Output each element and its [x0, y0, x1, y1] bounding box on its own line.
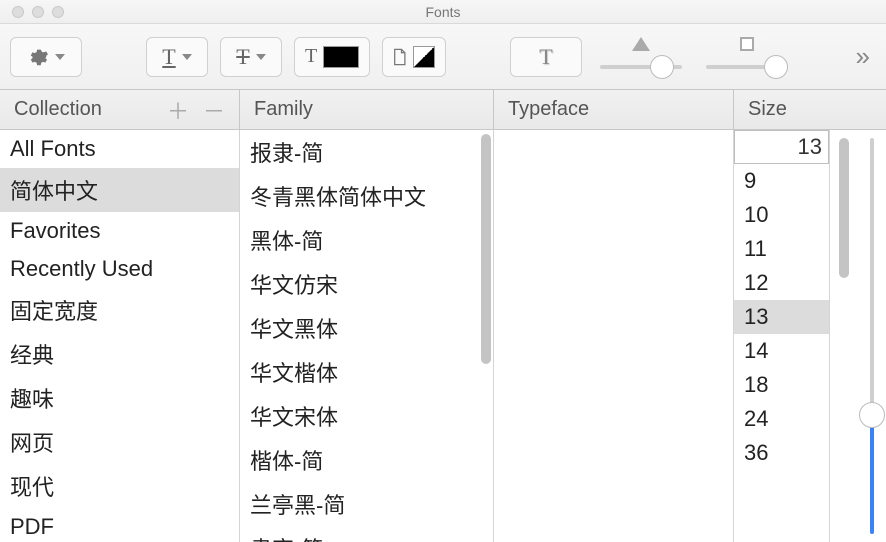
strikethrough-icon: T [236, 44, 249, 70]
header-collection[interactable]: Collection ＋ － [0, 90, 240, 129]
typeface-column [494, 130, 734, 542]
size-item[interactable]: 18 [734, 368, 829, 402]
doc-color-swatch [413, 46, 435, 68]
scrollbar-thumb[interactable] [839, 138, 849, 278]
collection-item[interactable]: Recently Used [0, 250, 239, 288]
family-item[interactable]: 报隶-简 [240, 130, 477, 174]
remove-collection-button[interactable]: － [203, 94, 225, 126]
header-size[interactable]: Size [734, 90, 886, 129]
toolbar: T T T T » [0, 24, 886, 90]
collection-item[interactable]: Favorites [0, 212, 239, 250]
family-item[interactable]: 华文仿宋 [240, 262, 477, 306]
header-typeface[interactable]: Typeface [494, 90, 734, 129]
size-item[interactable]: 11 [734, 232, 829, 266]
header-label: Collection [14, 98, 102, 121]
actions-menu-button[interactable] [10, 37, 82, 77]
family-item[interactable]: 隶变-简 [240, 526, 477, 542]
underline-icon: T [162, 44, 175, 70]
titlebar: Fonts [0, 0, 886, 24]
family-column: 报隶-简冬青黑体简体中文黑体-简华文仿宋华文黑体华文楷体华文宋体楷体-简兰亭黑-… [240, 130, 494, 542]
underline-button[interactable]: T [146, 37, 208, 77]
strikethrough-button[interactable]: T [220, 37, 282, 77]
size-item[interactable]: 10 [734, 198, 829, 232]
family-item[interactable]: 冬青黑体简体中文 [240, 174, 477, 218]
overflow-button[interactable]: » [856, 41, 876, 72]
header-family[interactable]: Family [240, 90, 494, 129]
text-color-icon: T [305, 45, 317, 68]
size-input[interactable] [734, 130, 829, 164]
collection-item[interactable]: 网页 [0, 420, 239, 464]
slider-knob[interactable] [650, 55, 674, 79]
family-item[interactable]: 华文黑体 [240, 306, 477, 350]
slider-knob[interactable] [764, 55, 788, 79]
size-item[interactable]: 9 [734, 164, 829, 198]
gear-icon [27, 46, 49, 68]
shadow-blur-slider[interactable] [700, 35, 794, 79]
text-shadow-button[interactable]: T [510, 37, 582, 77]
size-slider[interactable] [867, 138, 877, 534]
chevron-down-icon [256, 54, 266, 60]
family-item[interactable]: 兰亭黑-简 [240, 482, 477, 526]
collection-item[interactable]: 现代 [0, 464, 239, 508]
family-item[interactable]: 黑体-简 [240, 218, 477, 262]
triangle-icon [632, 37, 650, 51]
size-item[interactable]: 13 [734, 300, 829, 334]
collection-item[interactable]: 固定宽度 [0, 288, 239, 332]
collection-item[interactable]: All Fonts [0, 130, 239, 168]
size-column: 91011121314182436 [734, 130, 886, 542]
size-item[interactable]: 24 [734, 402, 829, 436]
collection-item[interactable]: 简体中文 [0, 168, 239, 212]
columns: All Fonts简体中文FavoritesRecently Used固定宽度经… [0, 130, 886, 542]
collection-column: All Fonts简体中文FavoritesRecently Used固定宽度经… [0, 130, 240, 542]
add-collection-button[interactable]: ＋ [167, 94, 189, 126]
color-swatch-black [323, 46, 359, 68]
collection-item[interactable]: 经典 [0, 332, 239, 376]
size-item[interactable]: 14 [734, 334, 829, 368]
scrollbar-thumb[interactable] [481, 134, 491, 364]
header-label: Size [748, 98, 787, 121]
slider-knob[interactable] [859, 402, 885, 428]
collection-item[interactable]: 趣味 [0, 376, 239, 420]
chevron-double-right-icon: » [856, 41, 870, 71]
shadow-opacity-slider[interactable] [594, 35, 688, 79]
size-item[interactable]: 12 [734, 266, 829, 300]
header-label: Typeface [508, 98, 589, 121]
text-color-button[interactable]: T [294, 37, 370, 77]
column-headers: Collection ＋ － Family Typeface Size [0, 90, 886, 130]
document-icon [393, 47, 407, 67]
chevron-down-icon [55, 54, 65, 60]
size-item[interactable]: 36 [734, 436, 829, 470]
shadow-icon: T [539, 44, 552, 70]
family-item[interactable]: 华文宋体 [240, 394, 477, 438]
family-item[interactable]: 华文楷体 [240, 350, 477, 394]
header-label: Family [254, 98, 313, 121]
family-item[interactable]: 楷体-简 [240, 438, 477, 482]
collection-item[interactable]: PDF [0, 508, 239, 542]
square-icon [740, 37, 754, 51]
chevron-down-icon [182, 54, 192, 60]
window-title: Fonts [0, 4, 886, 20]
document-color-button[interactable] [382, 37, 446, 77]
